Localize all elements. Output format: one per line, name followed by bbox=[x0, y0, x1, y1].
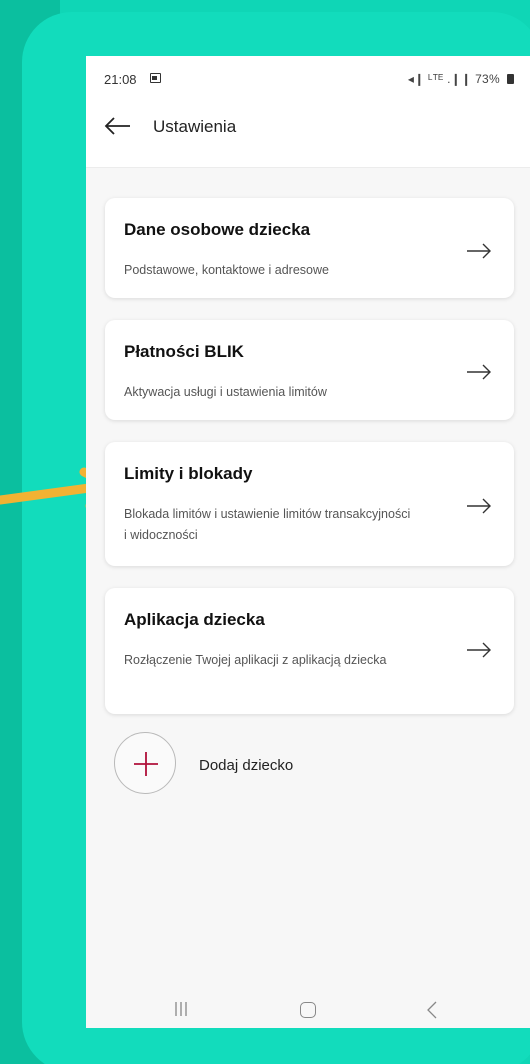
card-description: Aktywacja usługi i ustawienia limitów bbox=[124, 385, 327, 399]
arrow-right-icon bbox=[467, 364, 491, 380]
nav-back-icon[interactable] bbox=[426, 1001, 438, 1019]
battery-icon bbox=[507, 74, 514, 84]
card-personal-data[interactable]: Dane osobowe dziecka Podstawowe, kontakt… bbox=[105, 198, 514, 298]
app-bar: Ustawienia bbox=[86, 96, 530, 168]
card-title: Limity i blokady bbox=[124, 464, 253, 483]
status-indicators: ◂❙ ᴸᵀᴱ .❙❙ 73% bbox=[407, 72, 500, 86]
arrow-right-icon bbox=[467, 498, 491, 514]
phone-screen: 21:08 ◂❙ ᴸᵀᴱ .❙❙ 73% Ustawienia Dane oso… bbox=[86, 56, 530, 1028]
plus-icon bbox=[134, 752, 158, 776]
back-arrow-icon[interactable] bbox=[104, 114, 132, 138]
add-child-button[interactable]: Dodaj dziecko bbox=[114, 732, 414, 796]
card-description: Podstawowe, kontaktowe i adresowe bbox=[124, 263, 329, 277]
card-title: Płatności BLIK bbox=[124, 342, 244, 361]
arrow-right-icon bbox=[467, 243, 491, 259]
card-blik-payments[interactable]: Płatności BLIK Aktywacja usługi i ustawi… bbox=[105, 320, 514, 420]
add-child-label: Dodaj dziecko bbox=[199, 757, 294, 774]
arrow-right-icon bbox=[467, 642, 491, 658]
card-child-app[interactable]: Aplikacja dziecka Rozłączenie Twojej apl… bbox=[105, 588, 514, 714]
add-circle[interactable] bbox=[114, 732, 176, 794]
status-bar: 21:08 ◂❙ ᴸᵀᴱ .❙❙ 73% bbox=[86, 56, 530, 96]
card-title: Aplikacja dziecka bbox=[124, 610, 265, 629]
image-notification-icon bbox=[150, 73, 161, 83]
card-limits-and-blocks[interactable]: Limity i blokady Blokada limitów i ustaw… bbox=[105, 442, 514, 566]
recent-apps-icon[interactable] bbox=[174, 1001, 188, 1017]
system-nav-bar bbox=[86, 974, 530, 1028]
card-title: Dane osobowe dziecka bbox=[124, 220, 311, 239]
status-time: 21:08 bbox=[104, 72, 137, 87]
page-title: Ustawienia bbox=[153, 117, 237, 136]
card-description: Rozłączenie Twojej aplikacji z aplikacją… bbox=[124, 653, 387, 667]
home-icon[interactable] bbox=[300, 1002, 316, 1018]
card-description: Blokada limitów i ustawienie limitów tra… bbox=[124, 507, 411, 542]
